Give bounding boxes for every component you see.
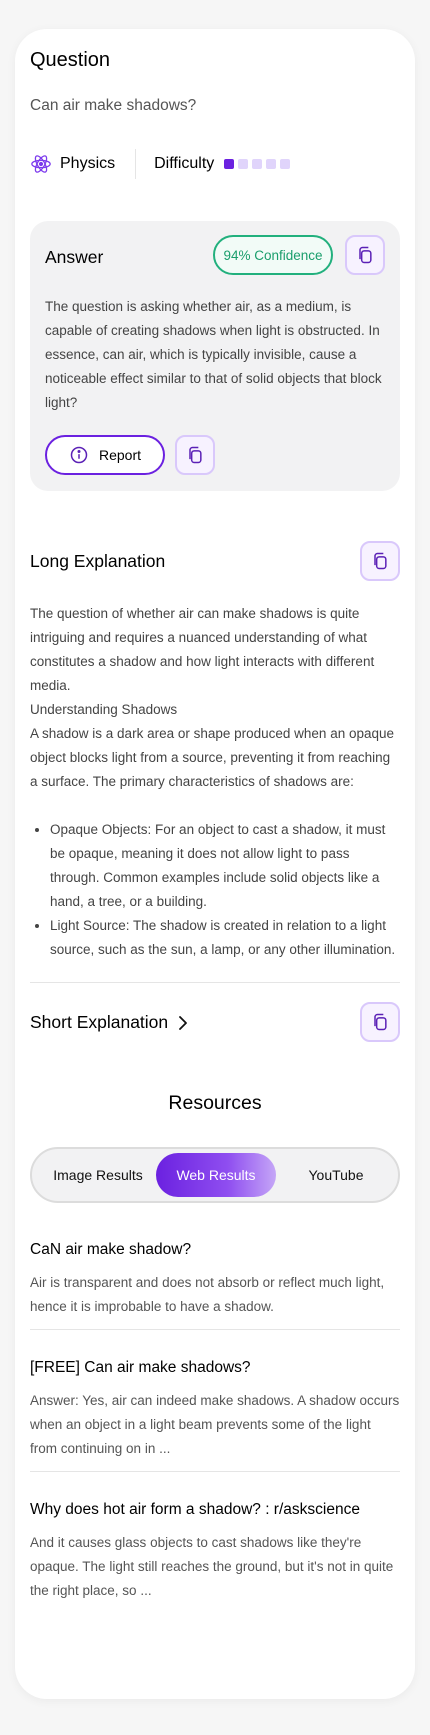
question-meta: Physics Difficulty (30, 147, 291, 181)
copy-answer-secondary-button[interactable] (175, 435, 215, 475)
resource-snippet: And it causes glass objects to cast shad… (30, 1535, 394, 1598)
long-explanation-body: The question of whether air can make sha… (30, 602, 400, 962)
tab-youtube[interactable]: YouTube (276, 1153, 396, 1197)
resource-title[interactable]: [FREE] Can air make shadows? (30, 1359, 400, 1377)
atom-icon (31, 155, 51, 173)
long-explanation-subheading: Understanding Shadows (30, 702, 178, 717)
copy-answer-button[interactable] (345, 235, 385, 275)
list-item: Opaque Objects: For an object to cast a … (50, 818, 400, 914)
info-icon (70, 446, 88, 464)
question-text: Can air make shadows? (30, 97, 197, 114)
resource-divider (30, 1471, 400, 1472)
difficulty-indicator (224, 159, 291, 169)
resource-title[interactable]: CaN air make shadow? (30, 1241, 400, 1259)
resource-divider (30, 1329, 400, 1330)
difficulty-dot (266, 159, 277, 169)
copy-icon (189, 446, 202, 464)
question-heading: Question (30, 49, 111, 71)
list-item: Light Source: The shadow is created in r… (50, 914, 400, 962)
difficulty-dot (280, 159, 291, 169)
long-explanation-paragraph: A shadow is a dark area or shape produce… (30, 726, 395, 789)
copy-long-explanation-button[interactable] (360, 541, 400, 581)
section-divider (30, 982, 400, 983)
long-explanation-list: Opaque Objects: For an object to cast a … (50, 818, 400, 962)
short-explanation-heading: Short Explanation (30, 1012, 169, 1032)
resource-item[interactable]: [FREE] Can air make shadows? Answer: Yes… (30, 1359, 400, 1461)
copy-short-explanation-button[interactable] (360, 1002, 400, 1042)
resource-snippet: Answer: Yes, air can indeed make shadows… (30, 1393, 400, 1456)
answer-box: Answer 94% Confidence The question is as… (30, 221, 400, 491)
difficulty-dot (238, 159, 249, 169)
resource-item[interactable]: CaN air make shadow? Air is transparent … (30, 1241, 400, 1319)
difficulty-dot (252, 159, 263, 169)
resource-title[interactable]: Why does hot air form a shadow? : r/asks… (30, 1501, 400, 1519)
difficulty-label: Difficulty (154, 155, 215, 172)
resource-item[interactable]: Why does hot air form a shadow? : r/asks… (30, 1501, 400, 1603)
confidence-badge: 94% Confidence (213, 235, 333, 275)
answer-heading: Answer (45, 247, 104, 267)
difficulty-dot (224, 159, 235, 169)
meta-divider (135, 149, 137, 179)
chevron-right-icon (179, 1015, 188, 1030)
tab-web-results[interactable]: Web Results (156, 1153, 276, 1197)
answer-text: The question is asking whether air, as a… (45, 299, 382, 410)
subject-label: Physics (60, 155, 116, 172)
report-label: Report (98, 447, 142, 463)
tab-image-results[interactable]: Image Results (38, 1153, 158, 1197)
long-explanation-heading: Long Explanation (30, 551, 166, 571)
copy-icon (374, 1013, 387, 1031)
resource-tabs: Image Results Web Results YouTube (30, 1147, 400, 1203)
short-explanation-toggle[interactable]: Short Explanation (30, 1012, 188, 1033)
resource-snippet: Air is transparent and does not absorb o… (30, 1275, 385, 1314)
copy-icon (374, 552, 387, 570)
long-explanation-paragraph: The question of whether air can make sha… (30, 606, 375, 693)
question-card: Question Can air make shadows? Physics D… (15, 29, 415, 1699)
copy-icon (359, 246, 372, 264)
resources-heading: Resources (168, 1092, 262, 1114)
report-button[interactable]: Report (45, 435, 165, 475)
